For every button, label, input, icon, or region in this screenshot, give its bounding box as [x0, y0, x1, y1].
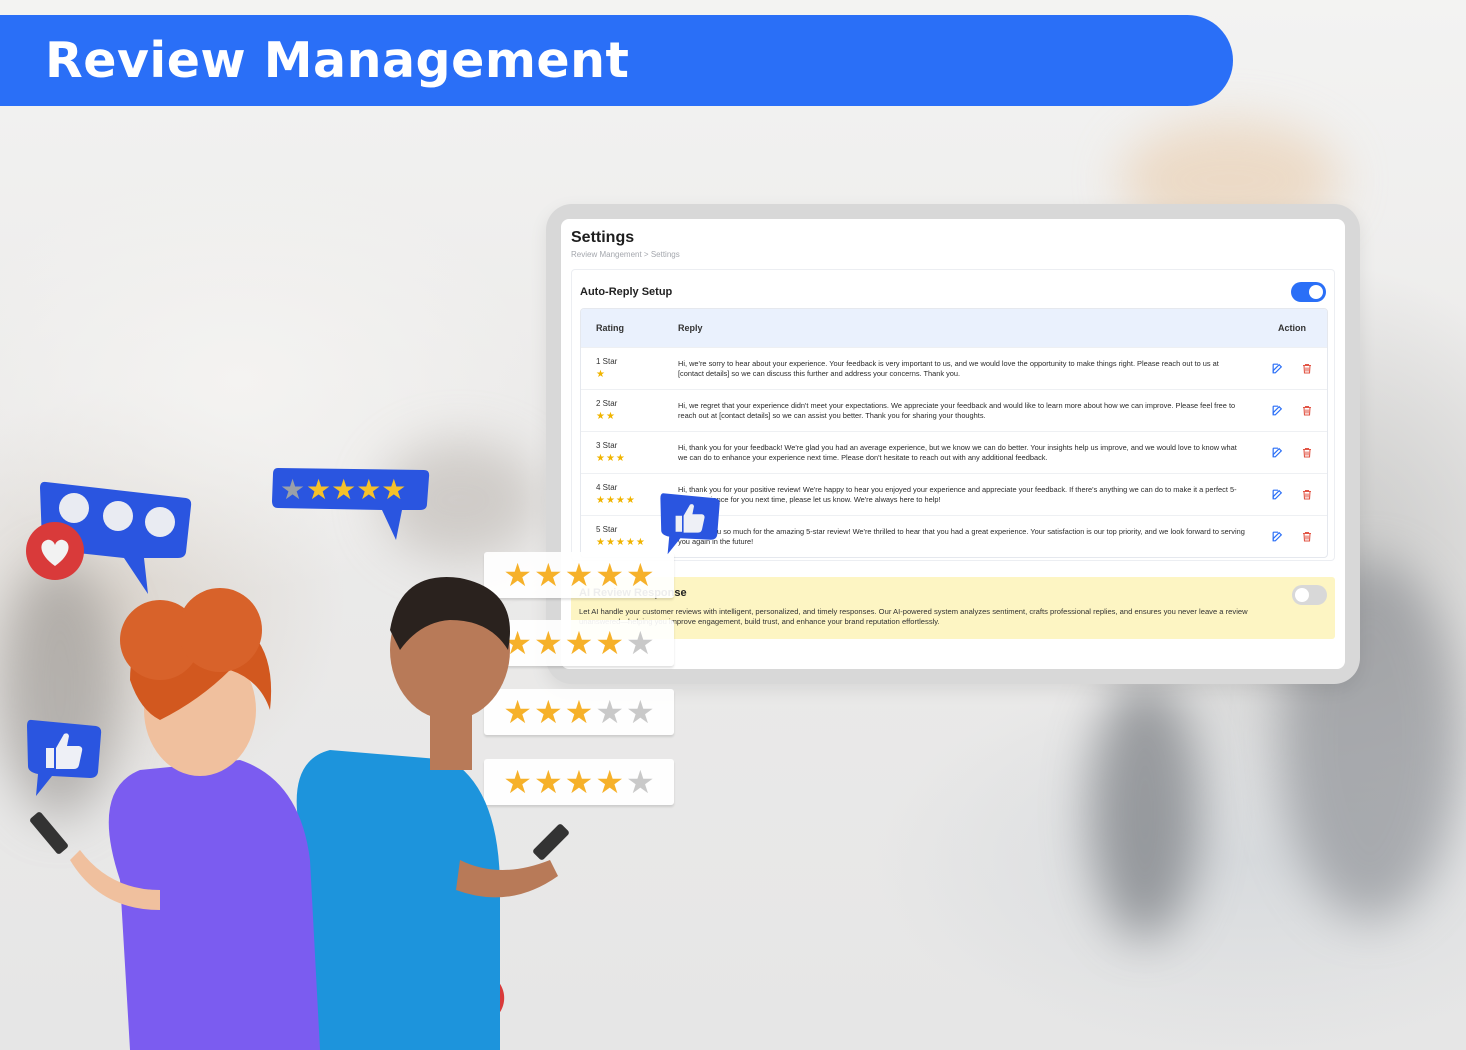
ai-review-card: AI Review Response Let AI handle your cu… — [571, 577, 1335, 639]
table-row: 1 Star ★ Hi, we're sorry to hear about yo… — [581, 347, 1327, 389]
background-blur — [1090, 680, 1200, 940]
column-header-reply: Reply — [678, 323, 703, 333]
table-row: 3 Star ★★★ Hi, thank you for your feedbac… — [581, 431, 1327, 473]
column-header-action: Action — [1278, 323, 1306, 333]
settings-screen: Settings Review Mangement > Settings Aut… — [561, 219, 1345, 669]
star-icon: ★ — [626, 625, 655, 661]
column-header-rating: Rating — [596, 323, 624, 333]
ai-review-title: AI Review Response — [579, 587, 1327, 599]
edit-icon[interactable] — [1269, 403, 1285, 419]
star-rating: ★★★ — [596, 453, 626, 464]
rating-label: 3 Star — [596, 441, 618, 450]
banner-title: Review Management — [45, 32, 630, 89]
page-title: Settings — [571, 229, 635, 246]
reply-text: Hi, we're sorry to hear about your exper… — [678, 358, 1219, 378]
star-icon: ★ — [626, 557, 655, 593]
edit-icon[interactable] — [1269, 445, 1285, 461]
star-rating-bubble-icon: ★ ★★★★ — [272, 468, 430, 540]
edit-icon[interactable] — [1269, 361, 1285, 377]
ai-review-description: Let AI handle your customer reviews with… — [579, 607, 1248, 626]
rating-label: 2 Star — [596, 399, 618, 408]
reply-text: Hi, thank you for your positive review! … — [678, 484, 1237, 504]
delete-icon[interactable] — [1299, 445, 1315, 461]
thumbs-up-icon — [660, 493, 720, 555]
rating-label: 1 Star — [596, 357, 618, 366]
svg-text:★: ★ — [280, 473, 305, 506]
tablet-frame: Settings Review Mangement > Settings Aut… — [546, 204, 1360, 684]
table-row: 2 Star ★★ Hi, we regret that your experie… — [581, 389, 1327, 431]
star-rating: ★ — [596, 369, 606, 380]
delete-icon[interactable] — [1299, 361, 1315, 377]
reply-text: Hi, we regret that your experience didn'… — [678, 400, 1236, 420]
edit-icon[interactable] — [1269, 487, 1285, 503]
reply-text: Hi, thank you for your feedback! We're g… — [678, 442, 1237, 462]
star-rating: ★★ — [596, 411, 616, 422]
delete-icon[interactable] — [1299, 529, 1315, 545]
star-icon: ★ — [626, 694, 655, 730]
auto-reply-title: Auto-Reply Setup — [580, 286, 673, 298]
delete-icon[interactable] — [1299, 403, 1315, 419]
reply-text: Hi, thank you so much for the amazing 5-… — [678, 526, 1245, 546]
toggle-knob — [1309, 285, 1323, 299]
svg-text:★★★★: ★★★★ — [306, 473, 406, 506]
auto-reply-toggle[interactable] — [1291, 282, 1326, 302]
header-banner: Review Management — [0, 15, 1233, 106]
toggle-knob — [1295, 588, 1309, 602]
people-with-phones-illustration — [30, 577, 569, 1050]
star-icon: ★ — [626, 764, 655, 800]
breadcrumb[interactable]: Review Mangement > Settings — [571, 250, 1335, 259]
ai-review-toggle[interactable] — [1292, 585, 1327, 605]
table-header: Rating Reply Action — [581, 309, 1327, 347]
delete-icon[interactable] — [1299, 487, 1315, 503]
edit-icon[interactable] — [1269, 529, 1285, 545]
